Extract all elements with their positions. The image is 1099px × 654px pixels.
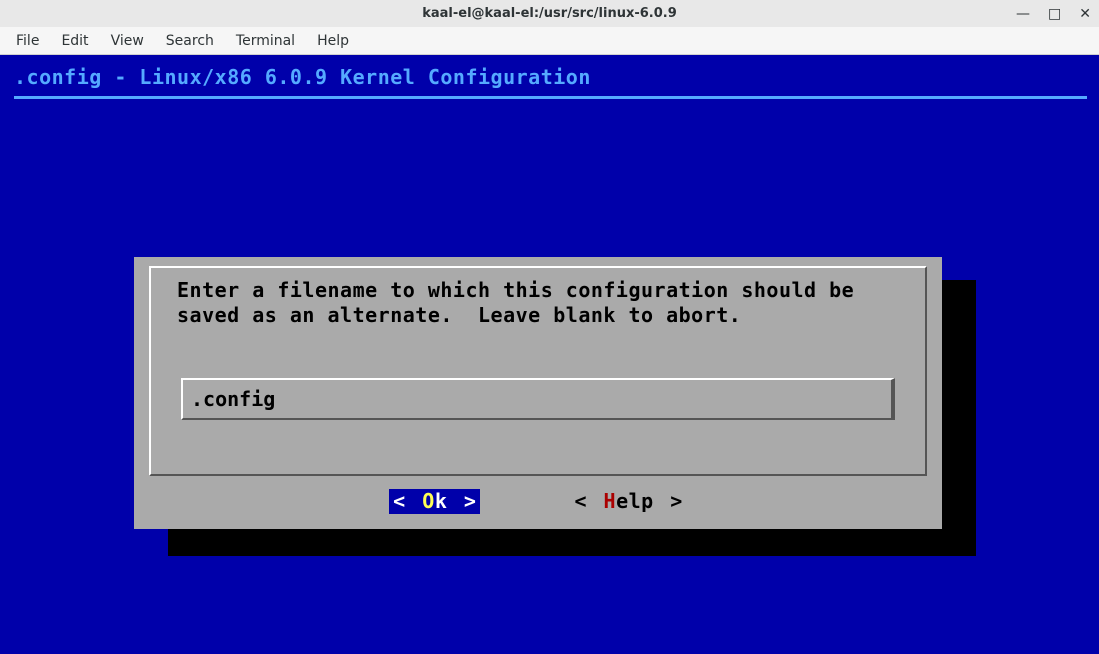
menu-search[interactable]: Search [156, 29, 224, 53]
menubar: File Edit View Search Terminal Help [0, 27, 1099, 55]
ok-button[interactable]: < Ok > [389, 489, 480, 514]
terminal-viewport: .config - Linux/x86 6.0.9 Kernel Configu… [0, 55, 1099, 654]
save-config-dialog: Enter a filename to which this configura… [134, 257, 942, 529]
dialog-prompt: Enter a filename to which this configura… [177, 278, 899, 328]
menu-view[interactable]: View [101, 29, 154, 53]
window-controls: — □ ✕ [1016, 0, 1091, 27]
filename-input[interactable] [191, 387, 883, 412]
help-hotkey: H [604, 489, 617, 514]
filename-field-wrap[interactable] [181, 378, 895, 420]
dialog-inner-frame: Enter a filename to which this configura… [149, 266, 927, 476]
window-title: kaal-el@kaal-el:/usr/src/linux-6.0.9 [422, 6, 677, 21]
ok-hotkey: O [422, 489, 435, 514]
window-close-button[interactable]: ✕ [1079, 6, 1091, 22]
menu-help[interactable]: Help [307, 29, 359, 53]
window-titlebar: kaal-el@kaal-el:/usr/src/linux-6.0.9 — □… [0, 0, 1099, 27]
menu-terminal[interactable]: Terminal [226, 29, 305, 53]
menu-file[interactable]: File [6, 29, 49, 53]
menuconfig-header: .config - Linux/x86 6.0.9 Kernel Configu… [14, 65, 1087, 99]
help-button[interactable]: < Help > [570, 489, 686, 514]
menu-edit[interactable]: Edit [51, 29, 98, 53]
window-maximize-button[interactable]: □ [1048, 6, 1061, 22]
window-minimize-button[interactable]: — [1016, 6, 1030, 22]
dialog-button-row: < Ok > < Help > [135, 486, 941, 516]
